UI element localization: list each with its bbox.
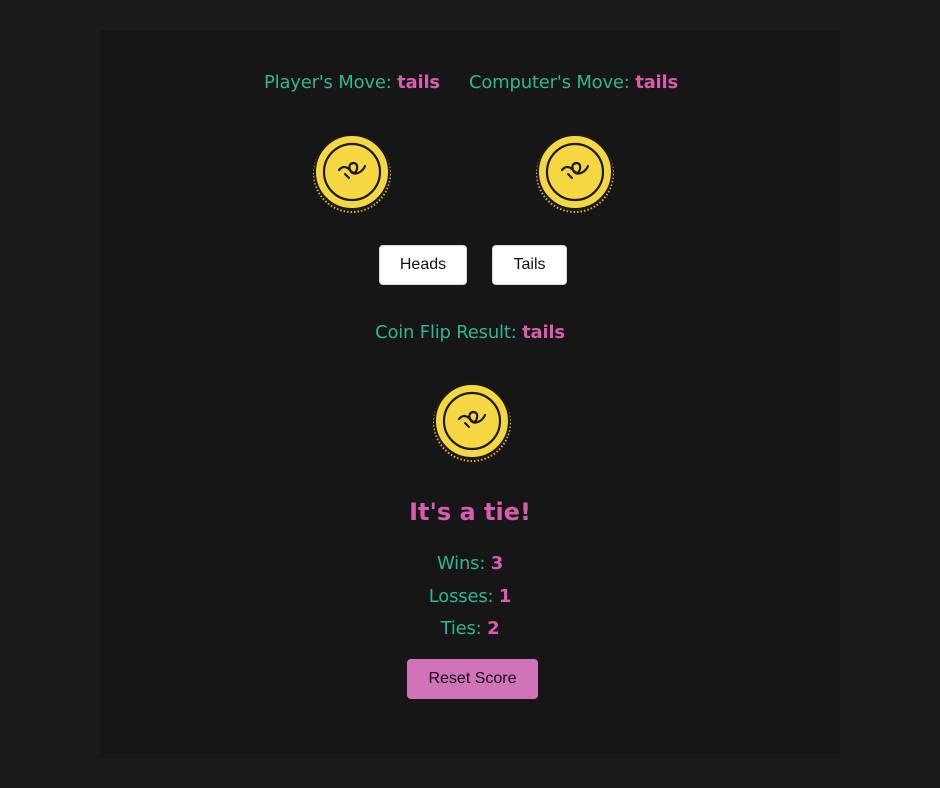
losses-count: 1 xyxy=(498,586,512,607)
coin-flip-result: Coin Flip Result: tails xyxy=(0,322,940,343)
coin-flip-result-label: Coin Flip Result: xyxy=(375,322,517,343)
wins-line: Wins: 3 xyxy=(0,553,940,574)
player-move: Player's Move: tails xyxy=(264,72,440,93)
ties-count: 2 xyxy=(487,618,500,639)
losses-line: Losses: 1 xyxy=(0,586,940,607)
computer-coin-icon xyxy=(534,132,616,214)
wins-label: Wins: xyxy=(436,553,486,574)
moves-row: Player's Move: tails Computer's Move: ta… xyxy=(0,72,940,98)
ties-label: Ties: xyxy=(440,618,482,639)
player-move-value: tails xyxy=(397,72,440,93)
outcome-message: It's a tie! xyxy=(409,498,531,526)
reset-score-button[interactable]: Reset Score xyxy=(407,659,538,699)
coin-flip-result-value: tails xyxy=(522,322,565,343)
computer-move-label: Computer's Move: xyxy=(469,72,630,93)
computer-move-value: tails xyxy=(635,72,679,93)
player-coin-icon xyxy=(311,132,393,214)
tails-button[interactable]: Tails xyxy=(492,245,567,285)
result-coin-icon xyxy=(431,381,513,463)
losses-label: Losses: xyxy=(428,586,494,607)
wins-count: 3 xyxy=(490,553,504,574)
ties-line: Ties: 2 xyxy=(0,618,940,639)
heads-button[interactable]: Heads xyxy=(379,245,467,285)
player-move-label: Player's Move: xyxy=(264,72,392,93)
computer-move: Computer's Move: tails xyxy=(469,72,678,93)
